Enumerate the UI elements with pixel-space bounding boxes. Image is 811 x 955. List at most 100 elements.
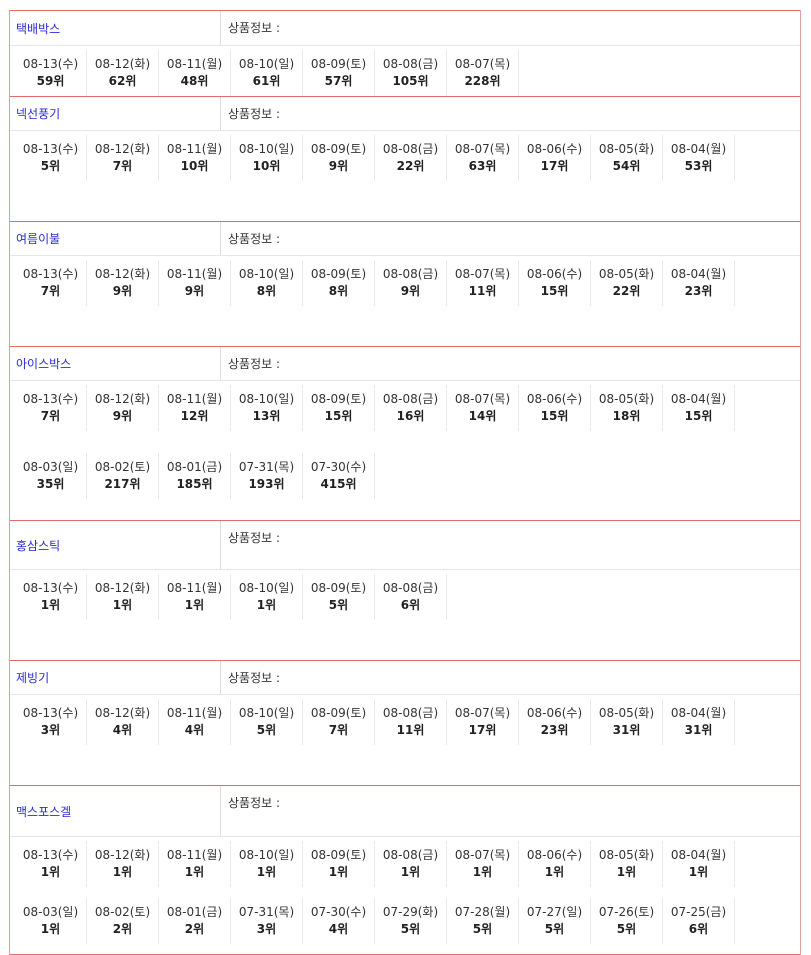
rank-value: 193위 — [248, 476, 285, 491]
rank-value: 15위 — [684, 409, 713, 423]
rank-value: 5위 — [40, 159, 61, 173]
rank-date: 08-05(화) — [598, 392, 655, 406]
rank-cell: 08-01(금) 185위 — [159, 452, 231, 499]
rank-cell: 08-11(월) 1위 — [159, 841, 231, 887]
rank-cell: 08-05(화) 31위 — [591, 699, 663, 745]
rank-value: 1위 — [256, 865, 277, 879]
product-name-link[interactable]: 넥선풍기 — [10, 97, 221, 130]
rank-cell: 08-10(일) 13위 — [231, 385, 303, 431]
rank-value: 4위 — [112, 723, 133, 737]
rank-history-grid: 08-13(수) 1위 08-12(화) 1위 08-11(월) 1위 08-10(일) 1위… — [10, 837, 800, 954]
rank-value: 5위 — [256, 723, 277, 737]
rank-cell: 08-11(월) 9위 — [159, 260, 231, 306]
rank-date: 08-09(토) — [310, 581, 367, 595]
rank-value: 7위 — [328, 723, 349, 737]
product-info-label: 상품정보 : — [228, 671, 281, 685]
rank-date: 08-12(화) — [94, 848, 151, 862]
product-info-label: 상품정보 : — [228, 232, 281, 246]
rank-cell: 08-06(수) 17위 — [519, 135, 591, 181]
rank-value: 1위 — [112, 598, 133, 612]
rank-date: 08-07(목) — [454, 392, 511, 406]
rank-date: 08-13(수) — [22, 581, 79, 595]
rank-cell: 08-12(화) 1위 — [87, 841, 159, 887]
rank-cell: 08-09(토) 9위 — [303, 135, 375, 181]
rank-date: 08-03(일) — [22, 459, 79, 474]
rank-cell: 08-09(토) 7위 — [303, 699, 375, 745]
rank-value: 1위 — [40, 598, 61, 612]
rank-value: 15위 — [324, 409, 353, 423]
rank-value: 1위 — [40, 865, 61, 879]
rank-cell: 08-13(수) 3위 — [15, 699, 87, 745]
rank-date: 08-08(금) — [382, 267, 439, 281]
rank-value: 54위 — [612, 159, 641, 173]
rank-cell: 08-05(화) 1위 — [591, 841, 663, 887]
product-name-link[interactable]: 제빙기 — [10, 661, 221, 694]
rank-value: 10위 — [252, 159, 281, 173]
rank-cell: 08-12(화) 9위 — [87, 260, 159, 306]
rank-value: 15위 — [540, 284, 569, 298]
rank-date: 08-03(일) — [22, 904, 79, 919]
rank-cell: 08-12(화) 9위 — [87, 385, 159, 431]
rank-value: 6위 — [688, 921, 709, 936]
rank-value: 1위 — [40, 921, 61, 936]
rank-cell: 08-09(토) 1위 — [303, 841, 375, 887]
rank-value: 9위 — [400, 284, 421, 298]
rank-cell: 08-10(일) 5위 — [231, 699, 303, 745]
rank-cell: 07-31(목) 193위 — [231, 452, 303, 499]
rank-date: 08-06(수) — [526, 392, 583, 406]
rank-cell: 08-05(화) 18위 — [591, 385, 663, 431]
rank-date: 08-08(금) — [382, 581, 439, 595]
rank-cell: 08-09(토) 15위 — [303, 385, 375, 431]
rank-cell: 08-11(월) 12위 — [159, 385, 231, 431]
rank-value: 10위 — [180, 159, 209, 173]
rank-value: 6위 — [400, 598, 421, 612]
rank-date: 08-09(토) — [310, 57, 367, 71]
product-info-label: 상품정보 : — [228, 531, 281, 545]
product-header: 아이스박스 상품정보 : — [10, 347, 800, 381]
rank-cell: 08-09(토) 8위 — [303, 260, 375, 306]
rank-date: 08-04(월) — [670, 392, 727, 406]
product-rank-list: 택배박스 상품정보 :08-13(수) 59위 08-12(화) 62위 08-11(월)… — [9, 10, 801, 955]
rank-cell: 08-03(일) 35위 — [15, 452, 87, 499]
rank-cell: 08-09(토) 57위 — [303, 50, 375, 96]
product-name-link[interactable]: 맥스포스겔 — [10, 786, 221, 836]
rank-date: 08-10(일) — [238, 142, 295, 156]
rank-value: 185위 — [176, 476, 213, 491]
rank-date: 08-06(수) — [526, 706, 583, 720]
rank-value: 11위 — [396, 723, 425, 737]
rank-cell: 08-04(월) 31위 — [663, 699, 735, 745]
rank-date: 08-07(목) — [454, 142, 511, 156]
rank-date: 07-28(월) — [454, 904, 511, 919]
rank-date: 08-07(목) — [454, 57, 511, 71]
rank-value: 2위 — [184, 921, 205, 936]
rank-value: 1위 — [112, 865, 133, 879]
rank-date: 08-12(화) — [94, 57, 151, 71]
rank-value: 415위 — [320, 476, 357, 491]
rank-date: 08-04(월) — [670, 706, 727, 720]
product-name-link[interactable]: 아이스박스 — [10, 347, 221, 380]
rank-value: 23위 — [540, 723, 569, 737]
rank-date: 08-11(월) — [166, 706, 223, 720]
rank-value: 35위 — [36, 476, 65, 491]
rank-date: 08-09(토) — [310, 848, 367, 862]
rank-value: 228위 — [464, 74, 501, 88]
rank-date: 08-09(토) — [310, 392, 367, 406]
rank-value: 1위 — [616, 865, 637, 879]
rank-value: 7위 — [40, 284, 61, 298]
rank-cell: 08-13(수) 1위 — [15, 574, 87, 620]
product-name-link[interactable]: 택배박스 — [10, 11, 221, 45]
rank-value: 105위 — [392, 74, 429, 88]
rank-date: 08-10(일) — [238, 706, 295, 720]
rank-date: 08-10(일) — [238, 581, 295, 595]
rank-cell: 08-10(일) 61위 — [231, 50, 303, 96]
rank-value: 8위 — [328, 284, 349, 298]
rank-date: 08-08(금) — [382, 142, 439, 156]
product-name-link[interactable]: 여름이불 — [10, 222, 221, 255]
rank-cell: 08-11(월) 48위 — [159, 50, 231, 96]
product-header: 택배박스 상품정보 : — [10, 11, 800, 46]
product-name-link[interactable]: 홍삼스틱 — [10, 521, 221, 569]
rank-cell: 08-12(화) 4위 — [87, 699, 159, 745]
product-block: 맥스포스겔 상품정보 : 08-13(수) 1위 08-12(화) 1위 08-11(월) 1… — [10, 785, 800, 955]
rank-cell: 08-02(토) 217위 — [87, 452, 159, 499]
rank-date: 08-02(토) — [94, 904, 151, 919]
